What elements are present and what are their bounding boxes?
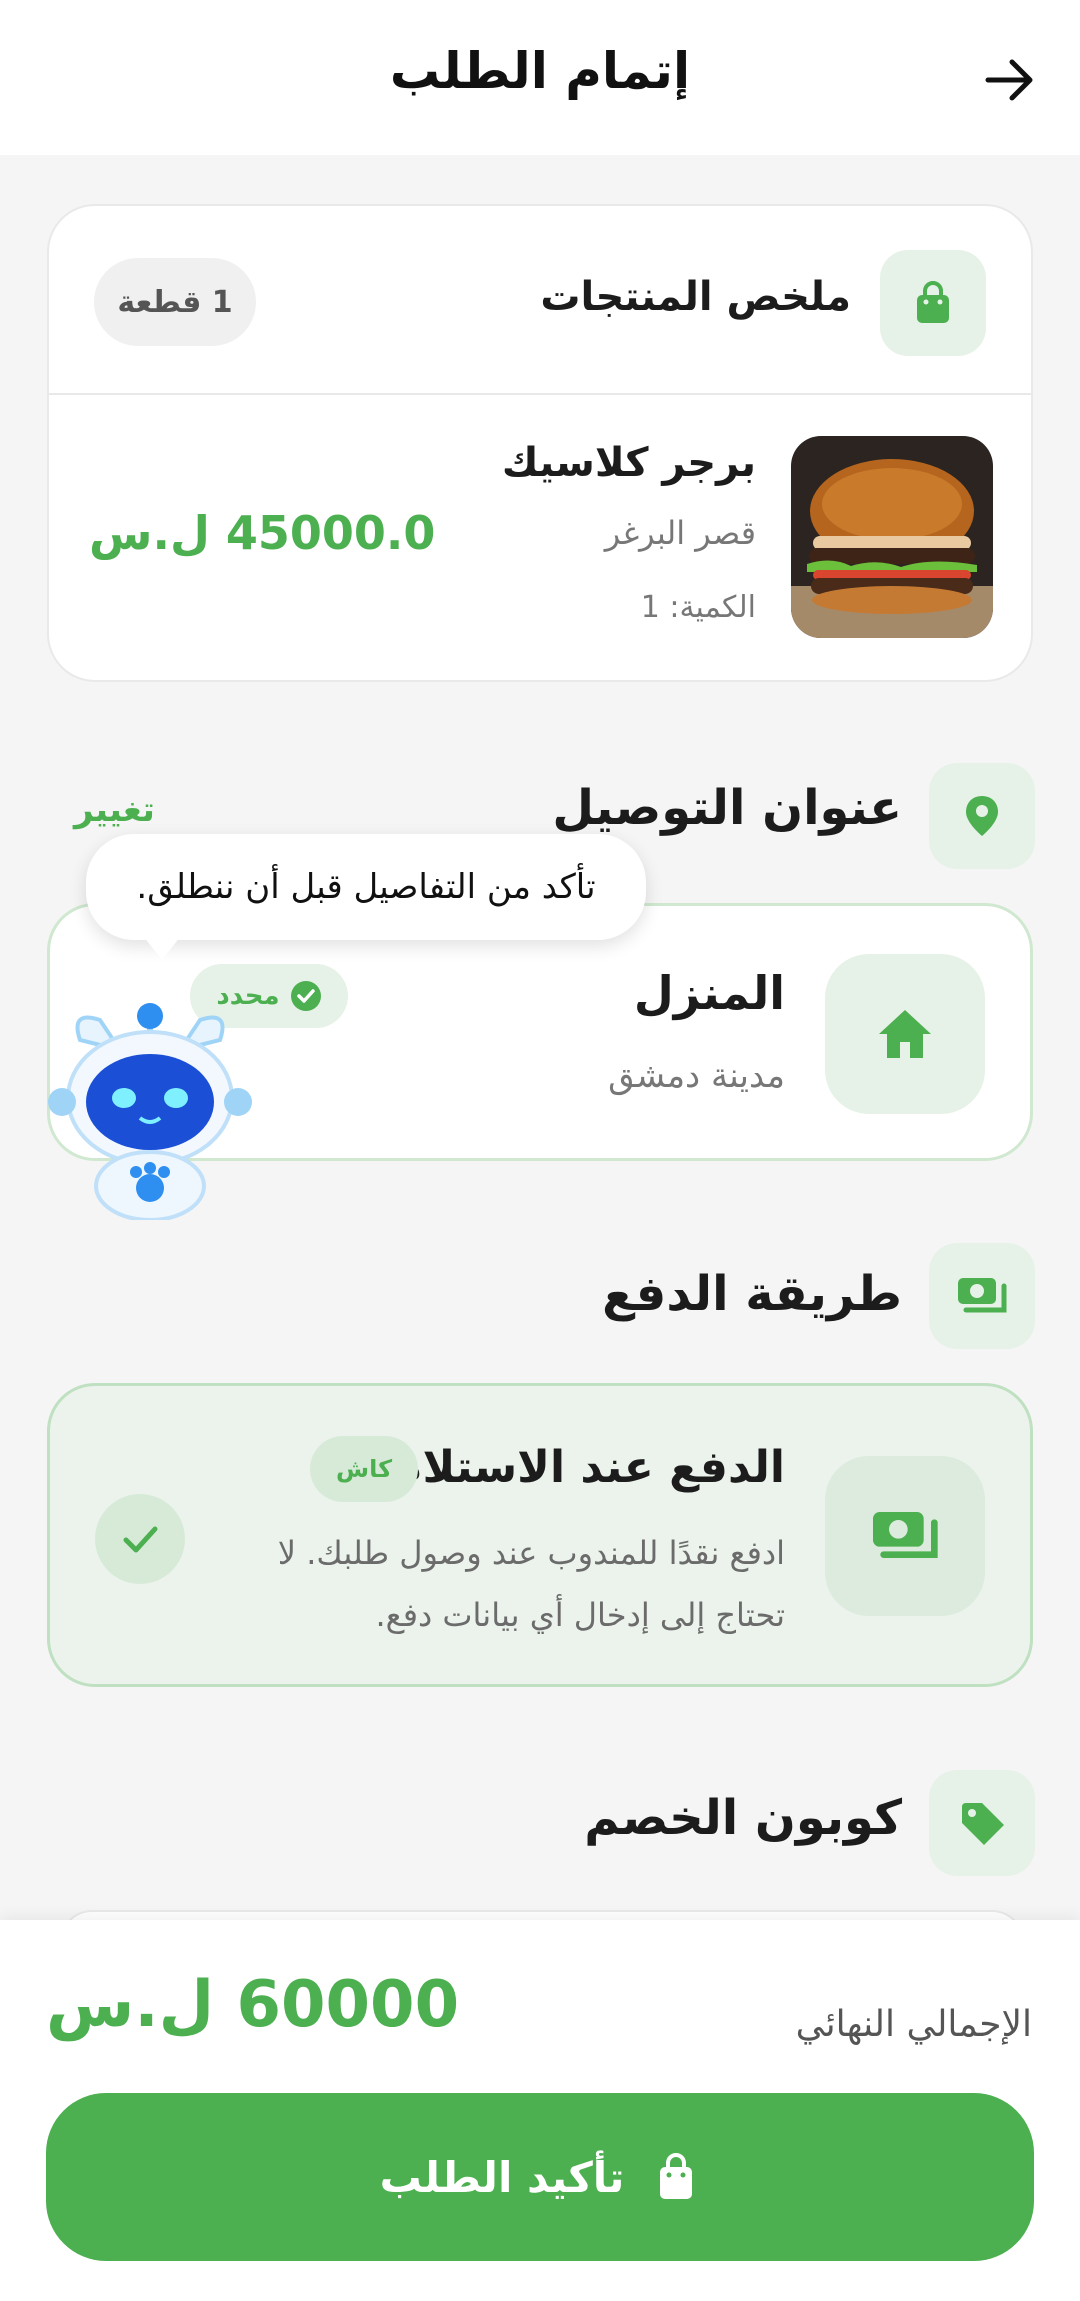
item-count-badge: 1 قطعة	[94, 258, 256, 346]
summary-icon-tile	[880, 250, 986, 356]
confirm-order-button[interactable]: تأكيد الطلب	[46, 2093, 1034, 2261]
home-icon-tile	[825, 954, 985, 1114]
total-value: 60000 ل.س	[46, 1968, 460, 2042]
coupon-section-icon	[929, 1770, 1035, 1876]
product-restaurant: قصر البرغر	[604, 514, 756, 552]
app-header: إتمام الطلب	[0, 0, 1080, 155]
shopping-bag-icon	[660, 2153, 693, 2199]
product-summary-card: ملخص المنتجات 1 قطعة برجر كلاسيك قصر الب…	[47, 204, 1033, 682]
arrow-right-icon	[985, 59, 1033, 101]
change-address-link[interactable]: تغيير	[74, 790, 155, 830]
checkout-footer: الإجمالي النهائي 60000 ل.س تأكيد الطلب	[0, 1920, 1080, 2301]
product-name: برجر كلاسيك	[501, 440, 756, 486]
address-name: المنزل	[633, 966, 785, 1020]
location-pin-icon	[966, 796, 998, 836]
payment-description: ادفع نقدًا للمندوب عند وصول طلبك. لا تحت…	[277, 1534, 785, 1634]
payment-method-card[interactable]: الدفع عند الاستلام كاش ادفع نقدًا للمندو…	[47, 1383, 1033, 1687]
home-icon	[879, 1010, 931, 1058]
cash-icon-tile	[825, 1456, 985, 1616]
address-city: مدينة دمشق	[608, 1056, 785, 1096]
payment-section-title: طريقة الدفع	[602, 1266, 902, 1322]
check-icon	[123, 1526, 158, 1553]
page-title: إتمام الطلب	[389, 42, 691, 100]
robot-mascot-icon[interactable]	[40, 990, 260, 1222]
coupon-section-title: كوبون الخصم	[584, 1790, 902, 1846]
cash-icon	[958, 1278, 1007, 1313]
total-label: الإجمالي النهائي	[795, 2004, 1032, 2045]
payment-section-icon	[929, 1243, 1035, 1349]
cash-badge: كاش	[310, 1436, 418, 1502]
divider	[49, 393, 1031, 395]
product-price: 45000.0 ل.س	[89, 506, 436, 560]
back-button[interactable]	[980, 50, 1040, 110]
cash-icon	[873, 1512, 938, 1558]
payment-selected-check	[95, 1494, 185, 1584]
confirm-order-label: تأكيد الطلب	[379, 2152, 625, 2202]
assistant-tooltip: تأكد من التفاصيل قبل أن ننطلق.	[86, 834, 646, 940]
burger-image	[791, 436, 993, 638]
payment-method-name: الدفع عند الاستلام	[390, 1442, 785, 1493]
tooltip-tail	[140, 932, 184, 960]
summary-title: ملخص المنتجات	[540, 274, 851, 320]
product-quantity: الكمية: 1	[640, 590, 756, 625]
shopping-bag-icon	[917, 281, 949, 323]
tag-icon	[962, 1803, 1004, 1845]
address-section-icon	[929, 763, 1035, 869]
address-section-title: عنوان التوصيل	[552, 780, 902, 836]
check-circle-icon	[290, 981, 321, 1011]
